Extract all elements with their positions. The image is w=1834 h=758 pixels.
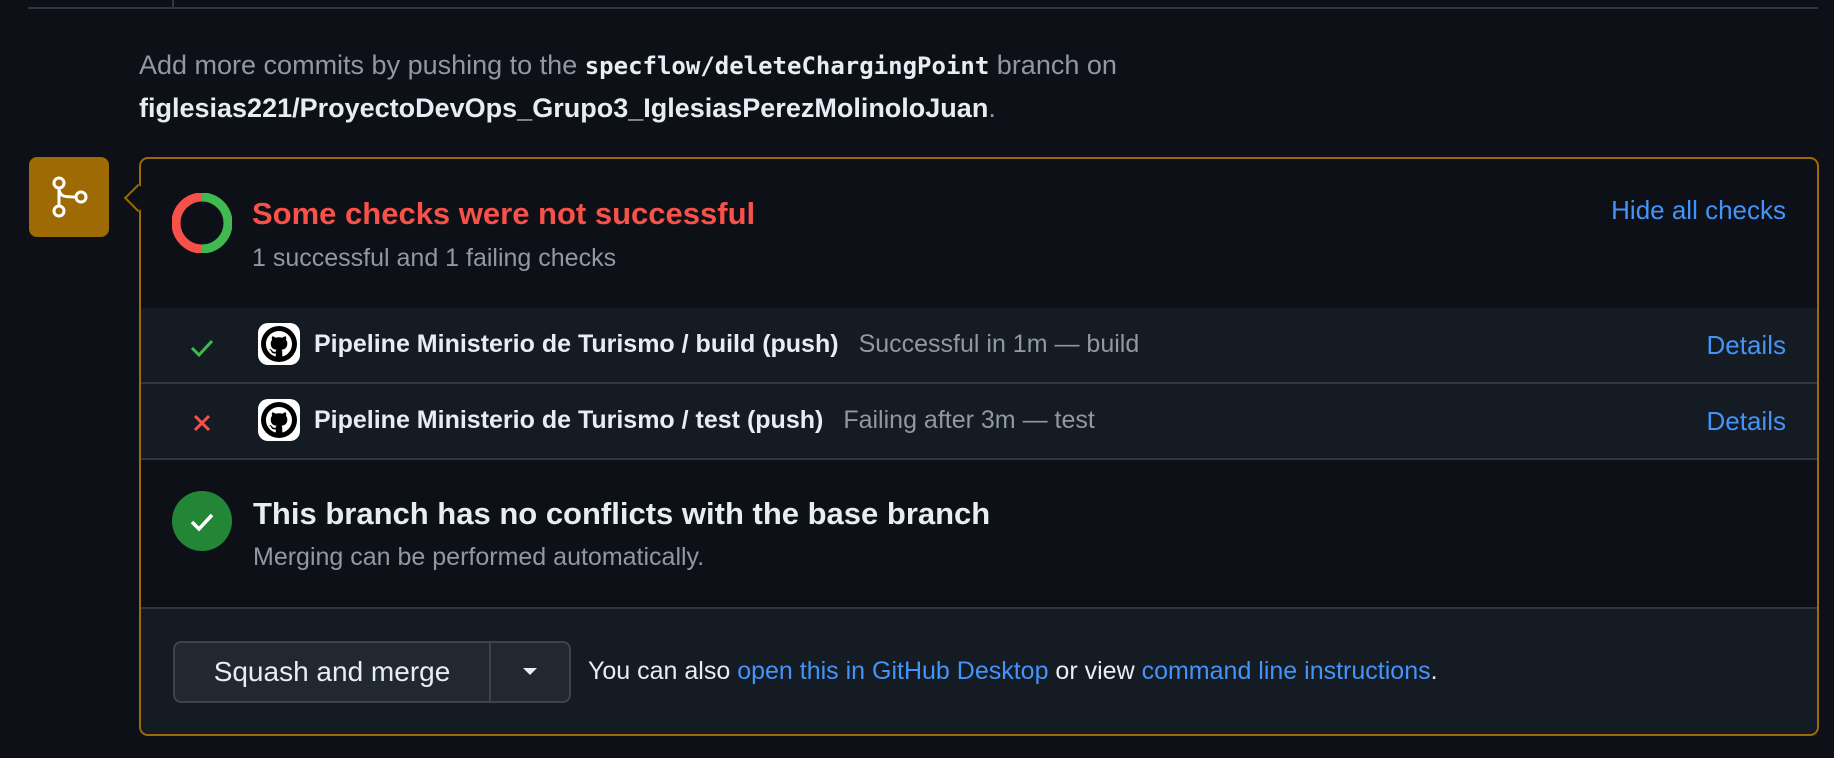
merge-text-middle: or view bbox=[1048, 657, 1142, 685]
checks-summary: Some checks were not successful 1 succes… bbox=[141, 159, 1817, 310]
hint-suffix: . bbox=[988, 93, 996, 123]
repo-name: figlesias221/ProyectoDevOps_Grupo3_Igles… bbox=[139, 93, 989, 123]
conflicts-subtitle: Merging can be performed automatically. bbox=[253, 543, 705, 571]
merge-method-dropdown-button[interactable] bbox=[491, 643, 569, 701]
checks-status-donut-icon bbox=[172, 193, 232, 253]
check-name: Pipeline Ministerio de Turismo / build (… bbox=[314, 330, 1139, 359]
check-description: Failing after 3m — test bbox=[843, 406, 1095, 434]
branch-name: specflow/deleteChargingPoint bbox=[584, 52, 990, 80]
merge-text-prefix: You can also bbox=[588, 657, 738, 685]
merge-button-group: Squash and merge bbox=[173, 641, 571, 703]
git-branch-icon bbox=[52, 176, 88, 218]
check-title: Pipeline Ministerio de Turismo / build (… bbox=[314, 330, 839, 358]
hide-all-checks-link[interactable]: Hide all checks bbox=[1611, 195, 1786, 226]
triangle-down-icon bbox=[523, 668, 537, 675]
details-link[interactable]: Details bbox=[1707, 330, 1786, 361]
github-actions-avatar[interactable] bbox=[258, 323, 300, 365]
details-link[interactable]: Details bbox=[1707, 406, 1786, 437]
open-in-github-desktop-link[interactable]: open this in GitHub Desktop bbox=[737, 657, 1048, 685]
command-line-instructions-link[interactable]: command line instructions bbox=[1142, 657, 1431, 685]
github-logo-icon bbox=[266, 407, 292, 433]
timeline-divider bbox=[28, 0, 1818, 9]
check-icon bbox=[190, 513, 214, 532]
check-description: Successful in 1m — build bbox=[858, 330, 1140, 358]
push-hint: Add more commits by pushing to the specf… bbox=[139, 44, 1117, 129]
merge-box: Some checks were not successful 1 succes… bbox=[139, 157, 1819, 736]
hint-middle: branch on bbox=[989, 50, 1117, 80]
merge-actions: Squash and merge You can also open this … bbox=[141, 609, 1817, 734]
merge-ok-badge bbox=[172, 491, 232, 551]
timeline-tick bbox=[172, 0, 174, 7]
merge-text-suffix: . bbox=[1430, 657, 1438, 685]
merge-alternatives-text: You can also open this in GitHub Desktop… bbox=[588, 657, 1438, 686]
squash-and-merge-button[interactable]: Squash and merge bbox=[175, 643, 491, 701]
git-merge-badge bbox=[29, 157, 109, 237]
check-row-build: Pipeline Ministerio de Turismo / build (… bbox=[141, 308, 1817, 384]
check-icon bbox=[190, 339, 214, 358]
checks-title: Some checks were not successful bbox=[252, 196, 756, 231]
hint-prefix: Add more commits by pushing to the bbox=[139, 50, 585, 80]
check-title: Pipeline Ministerio de Turismo / test (p… bbox=[314, 406, 824, 434]
checks-subtitle: 1 successful and 1 failing checks bbox=[252, 244, 617, 272]
conflicts-status: This branch has no conflicts with the ba… bbox=[141, 460, 1817, 609]
github-actions-avatar[interactable] bbox=[258, 399, 300, 441]
check-row-test: Pipeline Ministerio de Turismo / test (p… bbox=[141, 384, 1817, 460]
conflicts-title: This branch has no conflicts with the ba… bbox=[253, 496, 991, 531]
github-logo-icon bbox=[266, 331, 292, 357]
check-name: Pipeline Ministerio de Turismo / test (p… bbox=[314, 406, 1095, 435]
x-icon bbox=[193, 414, 211, 432]
